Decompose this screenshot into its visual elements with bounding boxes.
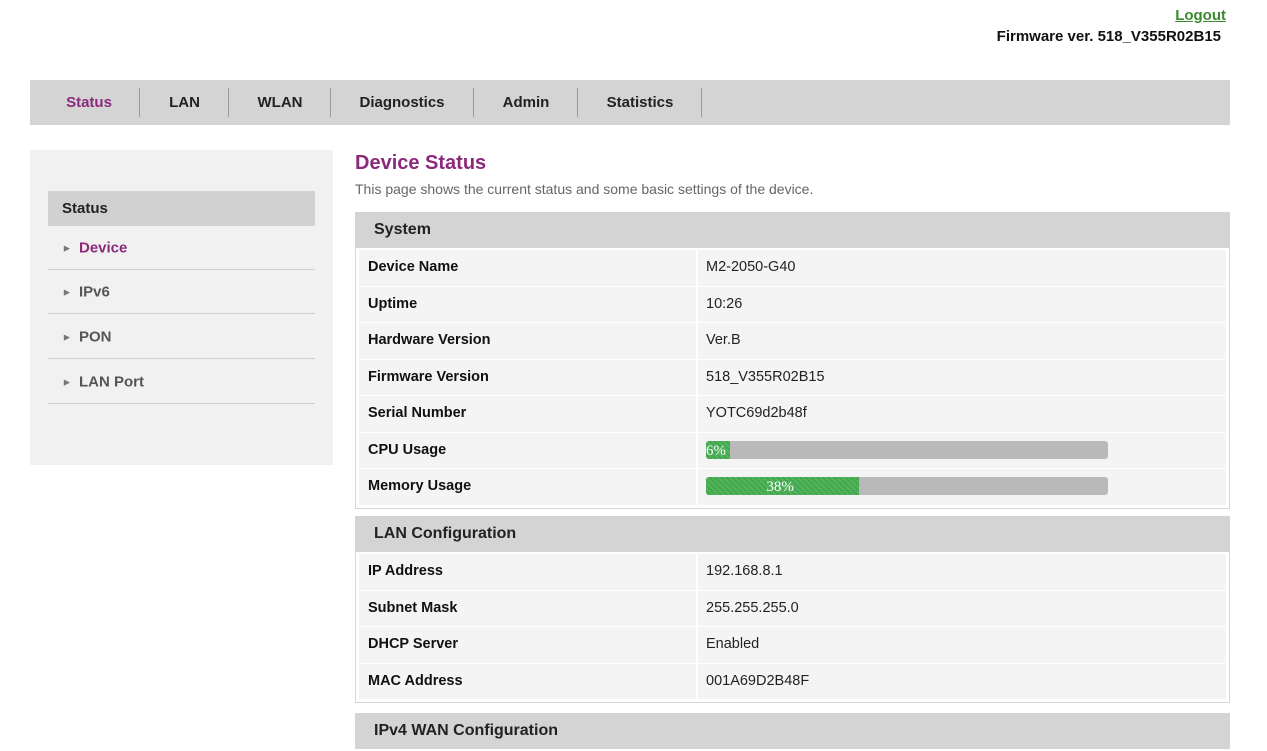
chevron-right-icon: ▸ (64, 286, 70, 298)
sidebar-item-lan-port[interactable]: ▸ LAN Port (48, 360, 315, 404)
row-label: Hardware Version (359, 323, 698, 359)
table-row: Hardware Version Ver.B (359, 323, 1226, 360)
table-row: DHCP Server Enabled (359, 627, 1226, 664)
cpu-usage-bar: 6% (706, 440, 1108, 459)
section-title: System (355, 212, 1230, 248)
tab-statistics[interactable]: Statistics (586, 88, 694, 117)
row-label: DHCP Server (359, 627, 698, 663)
top-navigation: Status LAN WLAN Diagnostics Admin Statis… (30, 80, 1230, 125)
lan-table: IP Address 192.168.8.1 Subnet Mask 255.2… (355, 552, 1230, 703)
system-section: System Device Name M2-2050-G40 Uptime 10… (355, 212, 1230, 509)
nav-divider (701, 88, 702, 117)
nav-divider (228, 88, 229, 117)
table-row: Serial Number YOTC69d2b48f (359, 396, 1226, 433)
sidebar-item-label: LAN Port (79, 373, 144, 390)
table-row: Device Name M2-2050-G40 (359, 250, 1226, 287)
row-label: IP Address (359, 554, 698, 590)
nav-divider (139, 88, 140, 117)
section-title: LAN Configuration (355, 516, 1230, 552)
nav-divider (577, 88, 578, 117)
row-label: Subnet Mask (359, 590, 698, 626)
row-value: 38% (698, 469, 1226, 505)
tab-diagnostics[interactable]: Diagnostics (340, 88, 464, 117)
wan-section: IPv4 WAN Configuration (355, 713, 1230, 749)
row-label: Memory Usage (359, 469, 698, 505)
tab-status[interactable]: Status (48, 88, 130, 117)
firmware-version-text: Firmware ver. 518_V355R02B15 (996, 28, 1221, 45)
sidebar: Status ▸ Device ▸ IPv6 ▸ PON ▸ LAN Port (30, 150, 333, 465)
table-row: IP Address 192.168.8.1 (359, 554, 1226, 591)
sidebar-item-label: Device (79, 239, 128, 256)
sidebar-item-device[interactable]: ▸ Device (48, 226, 315, 270)
row-value: 10:26 (698, 286, 1226, 322)
row-value: 6% (698, 432, 1226, 468)
row-value: 255.255.255.0 (698, 590, 1226, 626)
tab-admin[interactable]: Admin (482, 88, 570, 117)
table-row: Subnet Mask 255.255.255.0 (359, 590, 1226, 627)
row-label: CPU Usage (359, 432, 698, 468)
page-description: This page shows the current status and s… (355, 181, 814, 197)
row-value: 192.168.8.1 (698, 554, 1226, 590)
sidebar-item-label: IPv6 (79, 283, 110, 300)
row-label: Device Name (359, 250, 698, 286)
table-row: CPU Usage 6% (359, 432, 1226, 469)
nav-divider (473, 88, 474, 117)
table-row: Firmware Version 518_V355R02B15 (359, 359, 1226, 396)
table-row: Uptime 10:26 (359, 286, 1226, 323)
row-value: M2-2050-G40 (698, 250, 1226, 286)
system-table: Device Name M2-2050-G40 Uptime 10:26 Har… (355, 248, 1230, 509)
chevron-right-icon: ▸ (64, 376, 70, 388)
table-row: MAC Address 001A69D2B48F (359, 663, 1226, 700)
memory-usage-bar: 38% (706, 477, 1108, 495)
chevron-right-icon: ▸ (64, 242, 70, 254)
row-label: Firmware Version (359, 359, 698, 395)
logout-link[interactable]: Logout (1175, 7, 1226, 24)
sidebar-heading: Status (48, 191, 315, 226)
row-value: 001A69D2B48F (698, 663, 1226, 699)
sidebar-item-label: PON (79, 328, 112, 345)
tab-wlan[interactable]: WLAN (236, 88, 324, 117)
row-value: Ver.B (698, 323, 1226, 359)
row-label: Serial Number (359, 396, 698, 432)
page-title: Device Status (355, 152, 487, 174)
memory-usage-text: 38% (766, 479, 794, 495)
chevron-right-icon: ▸ (64, 331, 70, 343)
row-label: Uptime (359, 286, 698, 322)
row-value: 518_V355R02B15 (698, 359, 1226, 395)
section-title: IPv4 WAN Configuration (355, 713, 1230, 749)
sidebar-item-ipv6[interactable]: ▸ IPv6 (48, 270, 315, 314)
cpu-usage-text: 6% (706, 442, 726, 459)
row-value: Enabled (698, 627, 1226, 663)
sidebar-item-pon[interactable]: ▸ PON (48, 315, 315, 359)
row-value: YOTC69d2b48f (698, 396, 1226, 432)
tab-lan[interactable]: LAN (148, 88, 221, 117)
lan-section: LAN Configuration IP Address 192.168.8.1… (355, 516, 1230, 703)
row-label: MAC Address (359, 663, 698, 699)
nav-divider (330, 88, 331, 117)
table-row: Memory Usage 38% (359, 469, 1226, 506)
